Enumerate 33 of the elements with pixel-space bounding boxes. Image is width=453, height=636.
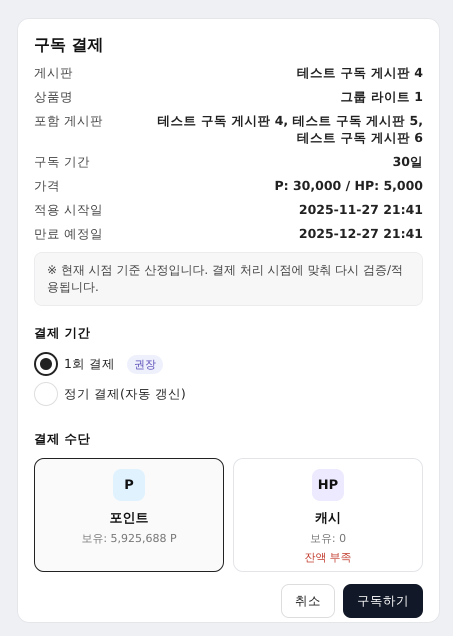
- payment-method-card[interactable]: P 포인트 보유: 5,925,688 P: [34, 458, 224, 572]
- payment-method-card[interactable]: HP 캐시 보유: 0 잔액 부족: [233, 458, 423, 572]
- detail-label: 포함 게시판: [34, 112, 103, 130]
- detail-value: 2025-11-27 21:41: [298, 201, 423, 218]
- detail-label: 상품명: [34, 88, 73, 105]
- detail-value: 테스트 구독 게시판 4: [297, 64, 423, 81]
- detail-label: 만료 예정일: [34, 225, 103, 242]
- radio-label[interactable]: 1회 결제: [64, 356, 115, 372]
- currency-icon: P: [113, 469, 145, 501]
- detail-value: 2025-12-27 21:41: [298, 225, 423, 242]
- detail-value: P: 30,000 / HP: 5,000: [274, 177, 423, 194]
- detail-value: 그룹 라이트 1: [340, 88, 423, 105]
- warning-text: 잔액 부족: [304, 550, 352, 565]
- detail-label: 구독 기간: [34, 153, 90, 170]
- radio-button[interactable]: [34, 352, 58, 376]
- subscribe-button[interactable]: 구독하기: [343, 584, 423, 618]
- recommended-badge: 권장: [126, 354, 163, 374]
- notice-text: ※ 현재 시점 기준 산정입니다. 결제 처리 시점에 맞춰 다시 검증/적용됩니다.: [34, 252, 423, 306]
- currency-icon: HP: [312, 469, 344, 501]
- section-heading: 결제 기간: [34, 325, 92, 342]
- detail-label: 가격: [34, 177, 60, 194]
- cancel-button[interactable]: 취소: [281, 584, 335, 618]
- method-name: 포인트: [110, 510, 148, 527]
- balance-text: 보유: 5,925,688 P: [81, 531, 177, 546]
- method-name: 캐시: [315, 510, 341, 527]
- detail-value: 30일: [392, 153, 423, 170]
- dialog-title: 구독 결제: [34, 35, 105, 56]
- balance-text: 보유: 0: [310, 531, 346, 546]
- section-heading: 결제 수단: [34, 431, 92, 448]
- detail-label: 적용 시작일: [34, 201, 103, 218]
- detail-value: 테스트 구독 게시판 4, 테스트 구독 게시판 5, 테스트 구독 게시판 6: [156, 112, 423, 146]
- radio-label[interactable]: 정기 결제(자동 갱신): [64, 386, 186, 402]
- detail-label: 게시판: [34, 64, 73, 81]
